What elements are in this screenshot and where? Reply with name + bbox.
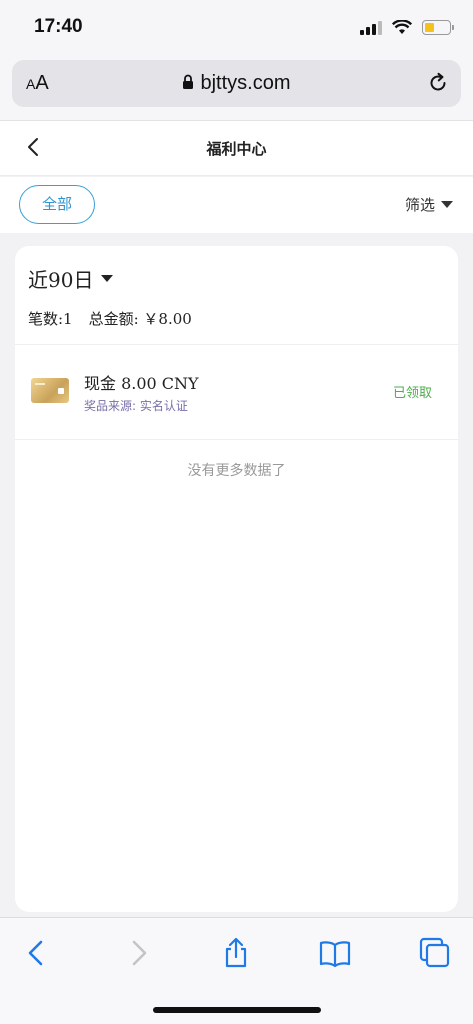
browser-address-area: AA bjttys.com [0, 58, 473, 120]
domain-text: bjttys.com [200, 72, 291, 94]
divider [15, 439, 458, 440]
caret-down-icon [441, 201, 453, 208]
url-display[interactable]: bjttys.com [12, 72, 461, 95]
page-header: 福利中心 [0, 120, 473, 176]
reload-icon[interactable] [427, 72, 449, 94]
battery-icon [422, 20, 454, 35]
page-title: 福利中心 [206, 140, 267, 158]
forward-icon[interactable] [122, 937, 154, 969]
tabs-icon[interactable] [419, 937, 451, 969]
status-bar: 17:40 [0, 0, 473, 58]
status-icons [360, 20, 454, 35]
lock-icon [183, 74, 194, 89]
record-count: 笔数:1 [28, 310, 73, 328]
address-bar[interactable]: AA bjttys.com [12, 60, 461, 107]
caret-down-icon [101, 275, 114, 282]
list-item[interactable]: 现金 8.00 CNY 奖品来源: 实名认证 已领取 [15, 345, 458, 439]
share-icon[interactable] [220, 937, 252, 969]
filter-label: 筛选 [404, 196, 435, 214]
filter-row: 全部 筛选 [0, 177, 473, 233]
period-selector[interactable]: 近90日 [28, 264, 114, 293]
total-amount: 总金额: ￥8.00 [88, 310, 192, 328]
no-more-data-text: 没有更多数据了 [187, 463, 286, 479]
cash-card-icon [31, 378, 69, 403]
filter-dropdown[interactable]: 筛选 [405, 194, 453, 215]
all-filter-button[interactable]: 全部 [19, 185, 95, 224]
status-badge: 已领取 [392, 386, 432, 401]
cellular-signal-icon [360, 20, 382, 35]
back-icon[interactable] [21, 937, 53, 969]
records-card: 近90日 笔数:1 总金额: ￥8.00 现金 8.00 CNY 奖品来源: 实名… [15, 246, 458, 912]
wifi-icon [392, 20, 412, 34]
summary: 笔数:1 总金额: ￥8.00 [28, 308, 208, 329]
bookmarks-icon[interactable] [319, 937, 351, 969]
item-title: 现金 8.00 CNY [84, 374, 199, 393]
item-source: 奖品来源: 实名认证 [84, 399, 188, 413]
home-indicator[interactable] [153, 1007, 321, 1013]
period-label: 近90日 [28, 268, 94, 292]
status-time: 17:40 [34, 16, 83, 37]
